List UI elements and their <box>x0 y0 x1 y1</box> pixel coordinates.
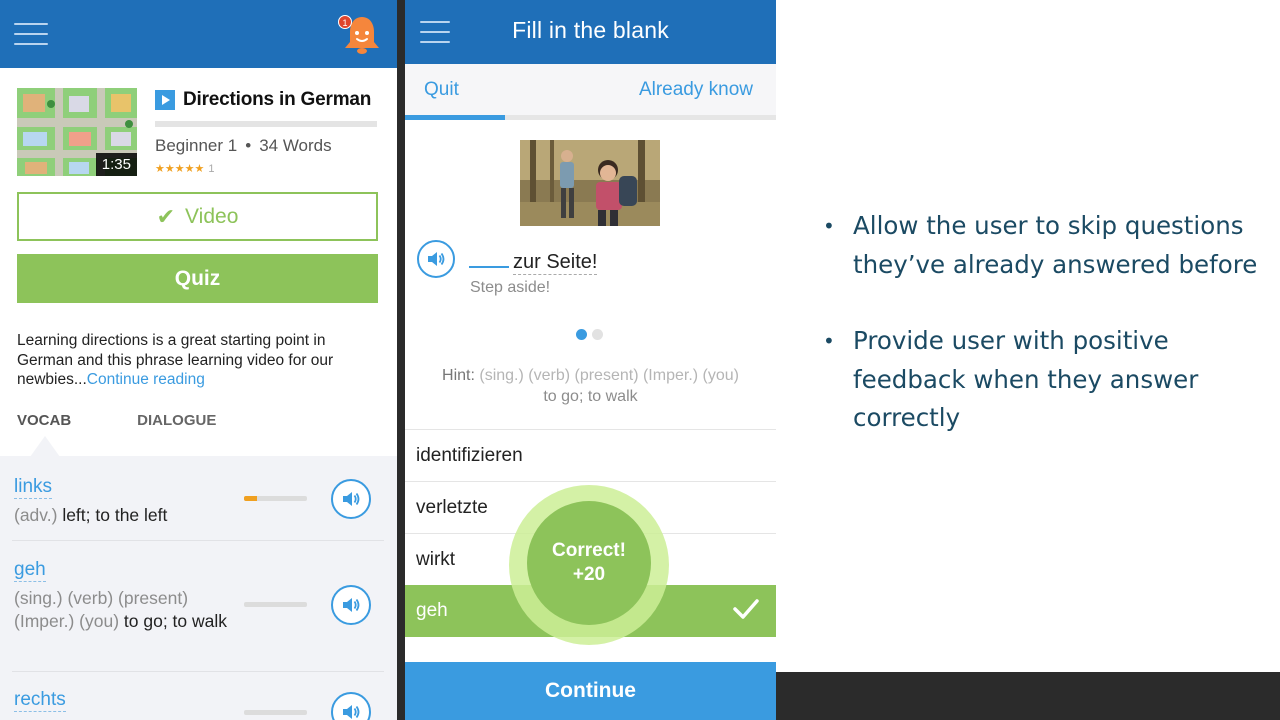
vocab-word[interactable]: links <box>14 476 53 499</box>
pagination-dots <box>576 329 603 340</box>
feedback-points: +20 <box>572 564 606 585</box>
video-play-icon <box>155 90 175 110</box>
vocab-gloss: (sing.) (verb) (present) (Imper.) (you) … <box>14 587 229 633</box>
notification-badge: 1 <box>338 15 352 29</box>
vocab-progress-bar <box>244 710 307 715</box>
vocab-progress-bar <box>244 602 307 607</box>
continue-button[interactable]: Continue <box>405 662 776 720</box>
rating-stars-icon: ★★★★★ <box>155 163 205 175</box>
continue-button-label: Continue <box>545 679 636 702</box>
video-duration: 1:35 <box>95 153 137 176</box>
option-label: wirkt <box>416 548 456 570</box>
slide-footer-bar <box>776 672 1280 720</box>
option-label: verletzte <box>416 496 488 518</box>
lesson-word-count: 34 Words <box>259 136 332 155</box>
question-photo <box>520 140 660 226</box>
slide-bullets: Allow the user to skip questions they’ve… <box>822 207 1262 438</box>
quiz-header: Fill in the blank <box>405 0 776 64</box>
lesson-title: Directions in German <box>183 89 372 110</box>
lesson-screen: 1 1:35 Directions in German Beginner 1 • 3… <box>0 0 397 720</box>
speaker-icon[interactable] <box>331 479 371 519</box>
vocab-list: links (adv.) left; to the left geh (sing… <box>0 456 397 720</box>
lesson-progress-bar <box>155 121 377 127</box>
bullet-point: Allow the user to skip questions they’ve… <box>822 207 1262 284</box>
sentence-translation: Step aside! <box>470 279 551 296</box>
video-button-label: Video <box>185 204 239 228</box>
page-dot-active <box>576 329 587 340</box>
lesson-level: Beginner 1 <box>155 136 238 155</box>
speaker-icon[interactable] <box>331 692 371 720</box>
quiz-screen: Fill in the blank Quit Already know zur … <box>405 0 776 720</box>
option-label: identifizieren <box>416 444 523 466</box>
correct-feedback-badge: Correct! +20 <box>509 482 669 658</box>
answer-blank <box>469 246 509 268</box>
speaker-icon[interactable] <box>331 585 371 625</box>
hint-label: Hint: <box>442 367 475 384</box>
tab-vocab[interactable]: VOCAB <box>17 412 71 429</box>
vocab-gloss: (adv.) left; to the left <box>14 504 229 527</box>
already-know-button[interactable]: Already know <box>639 79 753 101</box>
quiz-subheader: Quit Already know <box>405 64 776 116</box>
lesson-title-row[interactable]: Directions in German <box>155 89 371 111</box>
active-tab-pointer <box>30 436 60 457</box>
lesson-rating: ★★★★★ 1 <box>155 162 214 175</box>
hint: Hint: (sing.) (verb) (present) (Imper.) … <box>415 365 766 407</box>
app-header: 1 <box>0 0 397 68</box>
vocab-progress-bar <box>244 496 307 501</box>
quiz-title: Fill in the blank <box>512 17 669 43</box>
vocab-word[interactable]: geh <box>14 559 46 582</box>
vocab-pos: (adv.) <box>14 505 58 525</box>
option-label: geh <box>416 600 448 621</box>
video-button[interactable]: ✔ Video <box>17 192 378 241</box>
vocab-meaning: to go; to walk <box>123 611 228 631</box>
continue-reading-link[interactable]: Continue reading <box>87 371 205 388</box>
lesson-tabs: VOCAB DIALOGUE <box>17 412 216 429</box>
divider <box>12 540 384 541</box>
quiz-button[interactable]: Quiz <box>17 254 378 303</box>
rating-count: 1 <box>208 163 215 175</box>
question-sentence: zur Seite! <box>469 246 598 275</box>
lesson-meta: Beginner 1 • 34 Words <box>155 136 332 156</box>
lesson-description: Learning directions is a great starting … <box>17 331 379 390</box>
hint-meaning: to go; to walk <box>543 388 638 405</box>
lesson-thumbnail[interactable]: 1:35 <box>17 88 137 176</box>
vocab-meaning: left; to the left <box>62 505 168 525</box>
check-icon: ✔ <box>156 203 176 229</box>
quiz-button-label: Quiz <box>174 266 221 290</box>
page-dot <box>592 329 603 340</box>
menu-icon[interactable] <box>14 22 48 46</box>
quiz-progress-bar <box>405 115 776 120</box>
sentence-text: zur Seite! <box>513 251 598 275</box>
question-speaker-icon[interactable] <box>417 240 455 278</box>
checkmark-icon <box>732 597 760 627</box>
divider <box>12 671 384 672</box>
quit-button[interactable]: Quit <box>424 79 459 101</box>
answer-option[interactable]: identifizieren <box>405 429 776 481</box>
feedback-title: Correct! <box>552 540 626 561</box>
feedback-circle: Correct! +20 <box>527 501 651 625</box>
bullet-point: Provide user with positive feedback when… <box>822 322 1262 438</box>
tab-dialogue[interactable]: DIALOGUE <box>137 412 216 429</box>
meta-separator: • <box>245 136 252 155</box>
vocab-word[interactable]: rechts <box>14 689 66 712</box>
hint-pos: (sing.) (verb) (present) (Imper.) (you) <box>479 367 739 384</box>
